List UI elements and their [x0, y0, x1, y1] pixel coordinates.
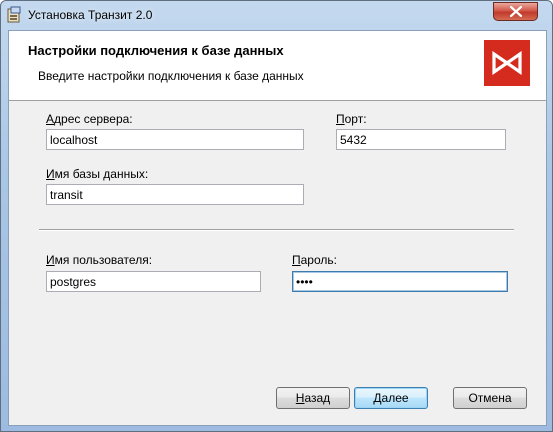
password-input[interactable]	[292, 271, 508, 292]
header-title: Настройки подключения к базе данных	[28, 43, 284, 58]
database-name-input[interactable]	[46, 184, 304, 205]
header-subtitle: Введите настройки подключения к базе дан…	[38, 69, 304, 83]
password-label: Пароль:	[292, 253, 337, 267]
cancel-button[interactable]: Отмена	[453, 387, 527, 409]
installer-window: Установка Транзит 2.0 Настройки подключе…	[0, 0, 553, 432]
back-button[interactable]: Назад	[276, 387, 350, 409]
port-input[interactable]	[336, 129, 506, 150]
window-title: Установка Транзит 2.0	[28, 8, 153, 22]
username-label: Имя пользователя:	[46, 253, 153, 267]
server-address-input[interactable]	[46, 129, 304, 150]
form-separator	[39, 229, 514, 231]
title-bar[interactable]: Установка Транзит 2.0	[1, 1, 552, 30]
installer-app-icon	[7, 6, 23, 24]
dialog-header: Настройки подключения к базе данных Введ…	[9, 31, 546, 101]
username-input[interactable]	[46, 271, 261, 292]
next-button[interactable]: Далее	[354, 387, 428, 409]
port-label: Порт:	[336, 112, 367, 126]
close-icon	[510, 6, 522, 17]
dialog-client-area: Настройки подключения к базе данных Введ…	[8, 30, 547, 426]
moex-logo-icon	[484, 40, 530, 86]
database-name-label: Имя базы данных:	[46, 167, 149, 181]
close-button[interactable]	[493, 2, 538, 21]
server-address-label: Адрес сервера:	[46, 112, 133, 126]
